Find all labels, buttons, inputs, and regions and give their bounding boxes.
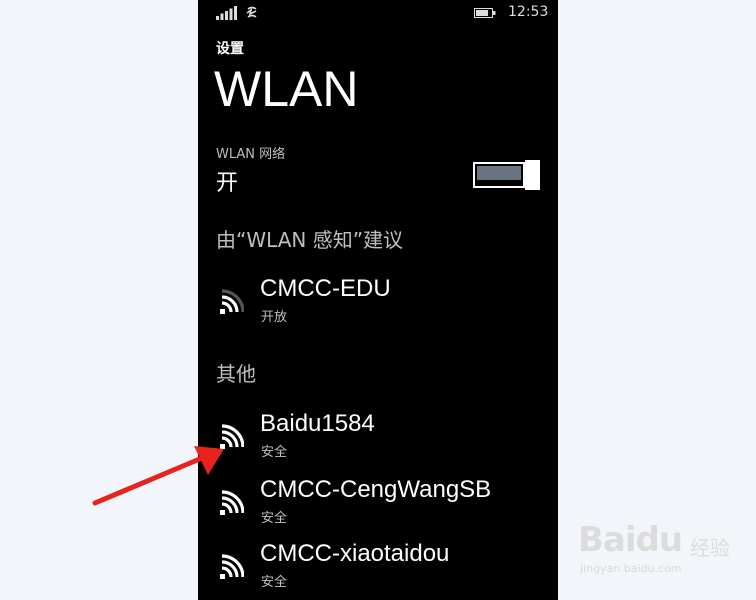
wifi-signal-icon <box>220 490 244 515</box>
phone-screen: 12:53 设置 WLAN WLAN 网络 开 由“WLAN 感知”建议 CMC… <box>198 0 558 600</box>
network-item-cmcc-edu[interactable]: CMCC-EDU 开放 <box>216 275 546 329</box>
network-name: CMCC-xiaotaidou <box>260 540 450 567</box>
network-name: CMCC-CengWangSB <box>260 476 492 503</box>
network-status: 安全 <box>261 511 288 526</box>
page-title: WLAN <box>214 61 359 117</box>
suggested-section-header: 由“WLAN 感知”建议 <box>216 228 404 252</box>
network-item-baidu1584[interactable]: Baidu1584 安全 <box>216 410 546 464</box>
network-item-cmcc-cengwangsb[interactable]: CMCC-CengWangSB 安全 <box>216 476 546 530</box>
signal-bars-icon <box>216 6 237 20</box>
baidu-watermark: Baidu 经验 jingyan.baidu.com <box>578 520 748 580</box>
other-section-header: 其他 <box>216 362 256 386</box>
watermark-url: jingyan.baidu.com <box>580 562 682 575</box>
network-status: 安全 <box>261 445 288 460</box>
wifi-signal-icon <box>220 554 244 579</box>
wifi-status-icon <box>246 6 257 18</box>
battery-icon <box>474 8 496 18</box>
toggle-thumb[interactable] <box>525 160 540 190</box>
wlan-toggle-switch[interactable] <box>473 160 541 190</box>
network-name: Baidu1584 <box>260 410 375 437</box>
network-status: 安全 <box>261 575 288 590</box>
wifi-signal-weak-icon <box>220 289 244 314</box>
network-item-cmcc-xiaotaidou[interactable]: CMCC-xiaotaidou 安全 <box>216 540 546 594</box>
wlan-network-label: WLAN 网络 <box>216 147 286 162</box>
breadcrumb: 设置 <box>216 41 244 57</box>
network-name: CMCC-EDU <box>260 275 391 302</box>
clock: 12:53 <box>508 4 549 20</box>
toggle-fill <box>477 166 521 180</box>
network-status: 开放 <box>261 310 288 325</box>
watermark-product: 经验 <box>690 536 730 560</box>
watermark-logo: Baidu <box>578 520 683 560</box>
wlan-state-label: 开 <box>216 171 239 196</box>
wifi-signal-icon <box>220 424 244 449</box>
